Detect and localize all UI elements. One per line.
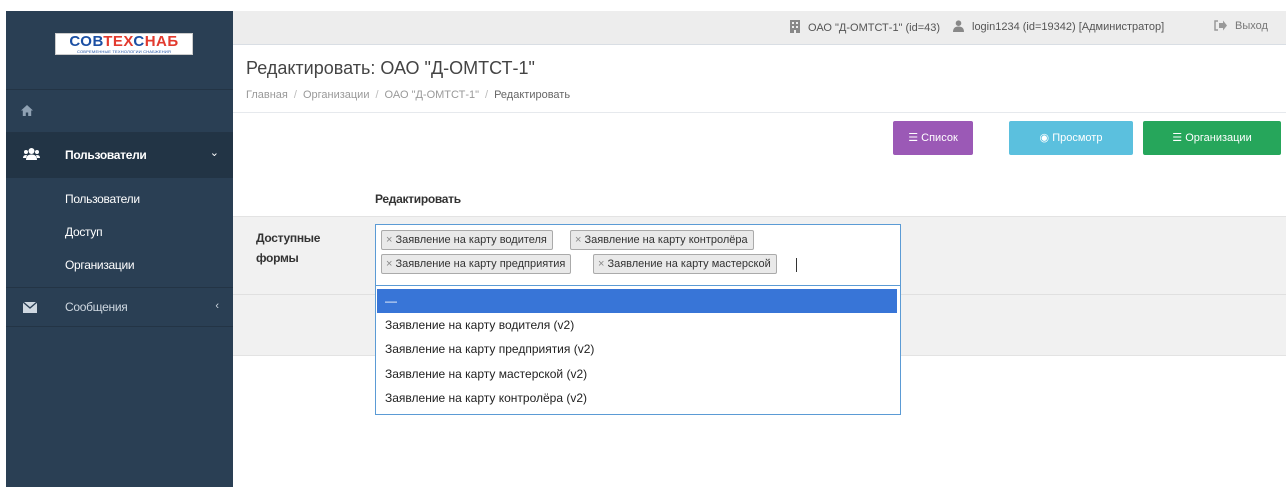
table-list-icon: ☰ [1172,132,1183,144]
view-button-label: Просмотр [1052,132,1103,144]
current-organization[interactable]: ОАО "Д-ОМТСТ-1" (id=43) [790,20,940,36]
logo-text: СОВТЕХСНАБ [69,33,179,50]
sidebar-item-users[interactable]: Пользователи [6,183,233,216]
current-user[interactable]: login1234 (id=19342) [Администратор] [953,20,1164,35]
eye-icon: ◉ [1039,132,1050,144]
users-submenu: Пользователи Доступ Организации [6,178,233,287]
remove-tag-icon[interactable]: × [575,234,581,246]
chevron-down-icon: ⌄ [209,147,219,159]
selected-tag[interactable]: × Заявление на карту предприятия [381,254,572,274]
available-forms-label: Доступные формы [256,231,321,265]
organizations-button-label: Организации [1185,132,1252,144]
breadcrumb-separator: / [293,89,297,101]
remove-tag-icon[interactable]: × [386,258,392,270]
remove-tag-icon[interactable]: × [598,258,604,270]
remove-tag-icon[interactable]: × [386,234,392,246]
logout-label: Выход [1235,20,1268,32]
breadcrumb-home[interactable]: Главная [246,89,288,101]
form-heading: Редактировать [375,192,461,206]
user-icon [953,20,964,35]
options-dropdown: — Заявление на карту водителя (v2) Заявл… [375,285,901,415]
sidebar: СОВТЕХСНАБ СОВРЕМЕННЫЕ ТЕХНОЛОГИИ СНАБЖЕ… [6,11,233,487]
top-bar: ОАО "Д-ОМТСТ-1" (id=43) login1234 (id=19… [233,11,1286,45]
logo-area: СОВТЕХСНАБ СОВРЕМЕННЫЕ ТЕХНОЛОГИИ СНАБЖЕ… [6,11,233,90]
text-cursor [796,258,797,272]
chevron-left-icon: ‹ [215,300,219,312]
breadcrumb-separator: / [375,89,379,101]
list-icon: ☰ [908,132,919,144]
logo[interactable]: СОВТЕХСНАБ СОВРЕМЕННЫЕ ТЕХНОЛОГИИ СНАБЖЕ… [55,33,193,55]
users-icon [23,147,40,161]
sidebar-section-messages[interactable]: Сообщения ‹ [6,287,233,327]
sidebar-item-access[interactable]: Доступ [6,216,233,249]
list-button-label: Список [921,132,958,144]
list-button[interactable]: ☰ Список [893,121,973,155]
envelope-icon [22,301,38,313]
view-button[interactable]: ◉ Просмотр [1009,121,1133,155]
selected-tag[interactable]: × Заявление на карту водителя [381,230,553,250]
divider [233,112,1286,113]
breadcrumb-separator: / [485,89,489,101]
home-link[interactable] [6,90,233,133]
current-organization-label: ОАО "Д-ОМТСТ-1" (id=43) [808,22,941,34]
building-icon [790,20,800,36]
sidebar-section-users-label: Пользователи [65,148,147,162]
breadcrumb-organizations[interactable]: Организации [303,89,370,101]
sidebar-section-messages-label: Сообщения [65,300,128,314]
dropdown-option[interactable]: Заявление на карту предприятия (v2) [377,337,897,361]
sidebar-item-organizations[interactable]: Организации [6,249,233,282]
dropdown-option[interactable]: Заявление на карту водителя (v2) [377,313,897,337]
selected-tag[interactable]: × Заявление на карту контролёра [570,230,754,250]
sidebar-section-users[interactable]: Пользователи ⌄ [6,133,233,178]
selected-tag[interactable]: × Заявление на карту мастерской [593,254,777,274]
logout-link[interactable]: Выход [1214,20,1268,34]
dropdown-option[interactable]: Заявление на карту контролёра (v2) [377,386,897,410]
dropdown-option-highlighted[interactable]: — [377,289,897,313]
breadcrumb: Главная / Организации / ОАО "Д-ОМТСТ-1" / Реда… [246,89,570,101]
breadcrumb-current: Редактировать [494,89,571,101]
breadcrumb-organization[interactable]: ОАО "Д-ОМТСТ-1" [385,89,479,101]
dropdown-option[interactable]: Заявление на карту мастерской (v2) [377,362,897,386]
page-title: Редактировать: ОАО "Д-ОМТСТ-1" [246,58,535,78]
organizations-button[interactable]: ☰ Организации [1143,121,1281,155]
sign-out-icon [1214,20,1227,34]
current-user-label: login1234 (id=19342) [Администратор] [972,21,1165,33]
home-icon [20,104,34,120]
available-forms-multiselect[interactable]: × Заявление на карту водителя × Заявление … [375,224,901,286]
